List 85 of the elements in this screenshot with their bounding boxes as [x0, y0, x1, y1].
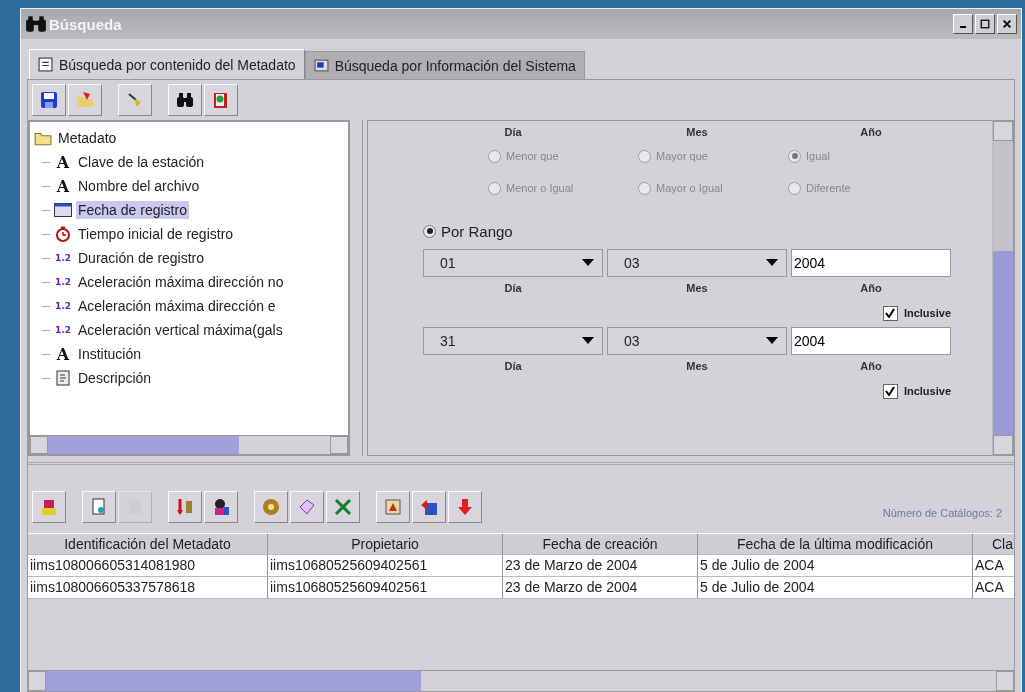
monitor-icon	[313, 58, 329, 73]
maximize-icon	[980, 19, 990, 29]
horizontal-scrollbar[interactable]	[30, 435, 348, 454]
catalog-count: Número de Catálogos: 2	[882, 507, 1002, 519]
vertical-scrollbar[interactable]	[992, 121, 1013, 455]
text-type-icon: A	[54, 152, 72, 172]
delete-icon[interactable]	[326, 491, 360, 523]
table-cell: 23 de Marzo de 2004	[503, 555, 698, 577]
tree-item[interactable]: Descripción	[76, 369, 154, 387]
horizontal-scrollbar[interactable]	[28, 670, 1014, 691]
tree-item[interactable]: Nombre del archivo	[76, 177, 202, 195]
column-header[interactable]: Identificación del Metadato	[28, 533, 268, 555]
view-icon[interactable]	[82, 491, 116, 523]
search-icon[interactable]	[168, 84, 202, 116]
minimize-button[interactable]	[953, 14, 973, 34]
table-cell: 5 de Julio de 2004	[698, 577, 973, 599]
column-header[interactable]: Fecha de creación	[503, 533, 698, 555]
table-cell: iims108006605337578618	[28, 577, 268, 599]
field-label: Día	[503, 126, 523, 138]
number-type-icon: 1.2	[54, 253, 72, 263]
table-cell: iims10680525609402561	[268, 577, 503, 599]
tab[interactable]: Búsqueda por Información del Sistema	[304, 51, 585, 79]
table-cell: iims108006605314081980	[28, 555, 268, 577]
tree-item[interactable]: Aceleración máxima dirección e	[76, 297, 278, 315]
minimize-icon	[960, 26, 966, 28]
tree-item[interactable]: Tiempo inicial de registro	[76, 225, 236, 243]
field-label: Mes	[685, 126, 709, 138]
range-radio[interactable]: Por Rango	[423, 217, 952, 245]
close-button[interactable]	[997, 14, 1017, 34]
folder-icon[interactable]	[68, 84, 102, 116]
save-icon[interactable]	[32, 84, 66, 116]
checkmark-icon	[885, 308, 896, 318]
table-cell: 23 de Marzo de 2004	[503, 577, 698, 599]
month-dropdown[interactable]: 03	[607, 327, 787, 355]
binoculars-icon	[25, 15, 47, 33]
down-icon[interactable]	[448, 491, 482, 523]
field-label: Año	[859, 360, 883, 372]
column-header[interactable]: Fecha de la última modificación	[698, 533, 973, 555]
inclusive-checkbox[interactable]: Inclusive	[882, 305, 951, 321]
field-label: Año	[859, 282, 883, 294]
table-cell: iims10680525609402561	[268, 555, 503, 577]
tab[interactable]: Búsqueda por contenido del Metadato	[29, 49, 305, 79]
field-label: Día	[503, 360, 523, 372]
inclusive-checkbox[interactable]: Inclusive	[882, 383, 951, 399]
number-type-icon: 1.2	[54, 325, 72, 335]
year-field[interactable]: 2004	[791, 327, 951, 355]
tree-item[interactable]: Duración de registro	[76, 249, 207, 267]
close-icon	[1002, 19, 1012, 29]
caret-icon	[766, 259, 778, 267]
number-type-icon: 1.2	[54, 277, 72, 287]
tree-item[interactable]: Aceleración máxima dirección no	[76, 273, 286, 291]
month-dropdown[interactable]: 03	[607, 249, 787, 277]
column-header[interactable]: Cla	[973, 533, 1014, 555]
field-label: Mes	[685, 360, 709, 372]
tree-item[interactable]: Aceleración vertical máxima(gals	[76, 321, 285, 339]
caret-icon	[582, 337, 594, 345]
caret-icon	[766, 337, 778, 345]
table-cell: 5 de Julio de 2004	[698, 555, 973, 577]
calendar-icon	[54, 202, 72, 218]
user-icon[interactable]	[204, 491, 238, 523]
tree-item[interactable]: Clave de la estación	[76, 153, 207, 171]
table-cell: ACA	[973, 577, 1014, 599]
day-dropdown[interactable]: 01	[423, 249, 603, 277]
day-dropdown[interactable]: 31	[423, 327, 603, 355]
maximize-button[interactable]	[975, 14, 995, 34]
table-cell: ACA	[973, 555, 1014, 577]
folder-icon	[34, 130, 52, 146]
broom-icon[interactable]	[118, 84, 152, 116]
text-type-icon: A	[54, 344, 72, 364]
tree-item[interactable]: Institución	[76, 345, 144, 363]
clock-icon	[54, 226, 72, 242]
checkmark-icon	[885, 386, 896, 396]
field-label: Mes	[685, 282, 709, 294]
field-label: Año	[859, 126, 883, 138]
year-field[interactable]: 2004	[791, 249, 951, 277]
document-icon	[38, 57, 53, 72]
column-header[interactable]: Propietario	[268, 533, 503, 555]
document-icon	[54, 370, 72, 386]
tree-item[interactable]: Metadato	[56, 129, 119, 147]
number-type-icon: 1.2	[54, 301, 72, 311]
caret-icon	[582, 259, 594, 267]
text-type-icon: A	[54, 176, 72, 196]
tree-item[interactable]: Fecha de registro	[76, 201, 189, 219]
field-label: Día	[503, 282, 523, 294]
window-title: Búsqueda	[49, 15, 122, 33]
